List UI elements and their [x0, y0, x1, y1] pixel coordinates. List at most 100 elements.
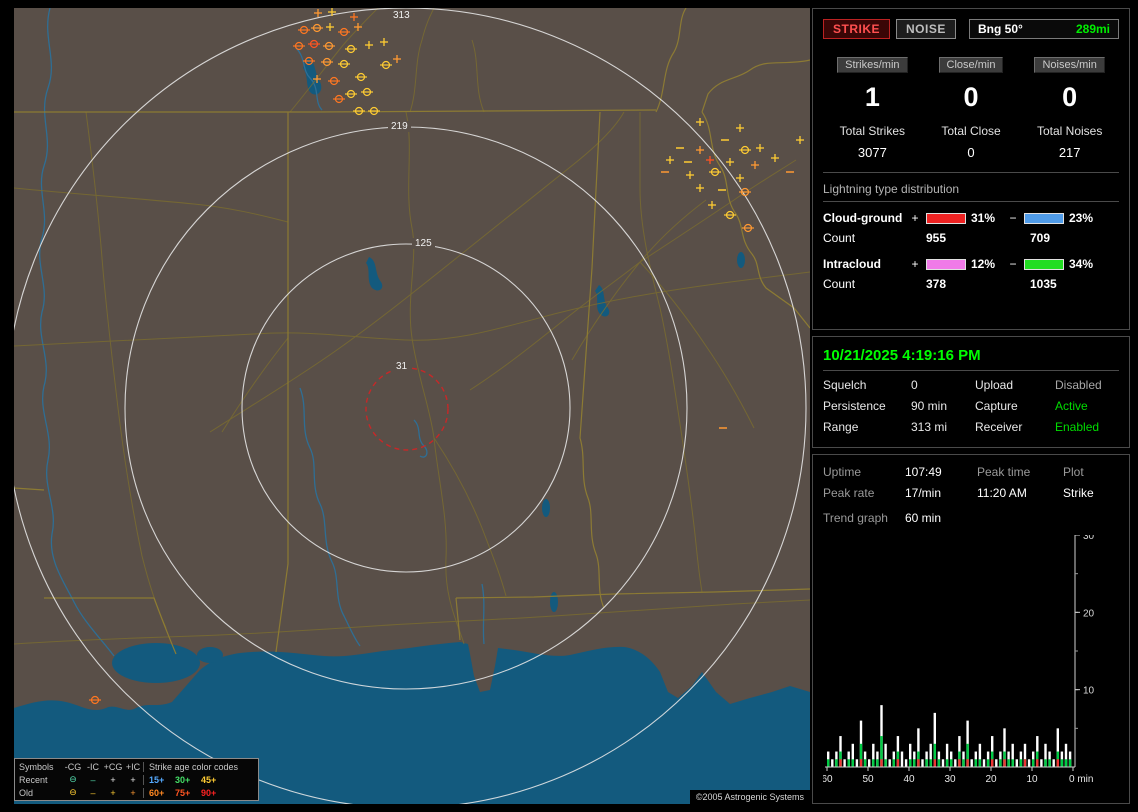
trend-graph: 30 20 10 60 50 40 30 20 10 0 min — [821, 531, 1119, 790]
total-strikes-label: Total Strikes — [839, 124, 906, 138]
range-ring-label-313: 313 — [390, 10, 413, 21]
svg-text:20: 20 — [985, 774, 997, 785]
map-canvas[interactable] — [14, 8, 810, 804]
total-strikes-value: 3077 — [857, 145, 887, 160]
cg-positive-color-bar — [926, 212, 966, 224]
peak-time-label: Peak time — [977, 465, 1031, 479]
cg-negative-color-bar — [1024, 212, 1064, 224]
cloud-ground-label: Cloud-ground — [823, 211, 903, 225]
uptime-label: Uptime — [823, 465, 862, 479]
svg-text:10: 10 — [1083, 686, 1095, 697]
plot-value: Strike — [1063, 486, 1094, 500]
ic-positive-percent: 12% — [971, 257, 996, 271]
close-per-min-column: Close/min 0 Total Close 0 — [922, 55, 1021, 160]
ic-positive-count: 378 — [926, 277, 947, 291]
range-ring-label-125: 125 — [412, 238, 435, 249]
count-label: Count — [823, 231, 856, 245]
nexstorm-window: 313 219 125 31 Symbols -CG -IC +CG +IC S… — [0, 0, 1138, 812]
receiver-status: Enabled — [1055, 420, 1100, 434]
plus-sign: + — [911, 257, 919, 271]
cg-negative-count: 709 — [1030, 231, 1051, 245]
strikes-per-min-header[interactable]: Strikes/min — [837, 57, 908, 73]
legend-header-neg-cg: -CG — [64, 761, 82, 772]
upload-status: Disabled — [1055, 378, 1102, 392]
receiver-label: Receiver — [975, 420, 1023, 434]
close-per-min-value: 0 — [963, 82, 979, 112]
plot-label: Plot — [1063, 465, 1084, 479]
legend-header-pos-cg: +CG — [103, 761, 123, 772]
ic-negative-color-bar — [1024, 258, 1064, 270]
cg-positive-percent: 31% — [971, 211, 996, 225]
bearing-readout: Bng 50° 289mi — [969, 19, 1119, 39]
noises-per-min-value: 0 — [1062, 82, 1078, 112]
peak-time-value: 11:20 AM — [977, 486, 1027, 500]
svg-text:30: 30 — [944, 774, 956, 785]
svg-text:50: 50 — [862, 774, 874, 785]
squelch-value: 0 — [911, 378, 918, 392]
cloud-ground-count-row: Count 955 709 — [823, 231, 1119, 245]
divider — [823, 172, 1119, 173]
range-ring-label-31: 31 — [393, 361, 411, 372]
minus-sign: − — [1009, 257, 1017, 271]
svg-text:30: 30 — [1083, 535, 1095, 542]
range-label: Range — [823, 420, 859, 434]
legend-symbols-label: Symbols — [19, 761, 54, 772]
svg-text:0 min: 0 min — [1069, 774, 1093, 785]
status-panel: STRIKE NOISE Bng 50° 289mi Strikes/min 1… — [812, 8, 1130, 804]
minus-sign: − — [1009, 211, 1017, 225]
svg-text:20: 20 — [1083, 608, 1095, 619]
noises-per-min-column: Noises/min 0 Total Noises 217 — [1020, 55, 1119, 160]
legend-header-neg-ic: -IC — [87, 761, 99, 772]
upload-label: Upload — [975, 378, 1014, 392]
cg-positive-count: 955 — [926, 231, 947, 245]
squelch-label: Squelch — [823, 378, 867, 392]
copyright: ©2005 Astrogenic Systems — [689, 790, 810, 804]
legend-age-title: Strike age color codes — [143, 761, 258, 772]
lightning-map[interactable]: 313 219 125 31 Symbols -CG -IC +CG +IC S… — [14, 8, 810, 804]
total-noises-value: 217 — [1058, 145, 1081, 160]
range-value: 313 mi — [911, 420, 948, 434]
range-ring-label-219: 219 — [388, 121, 411, 132]
svg-text:10: 10 — [1026, 774, 1038, 785]
noise-button[interactable]: NOISE — [896, 19, 956, 39]
counters-box: STRIKE NOISE Bng 50° 289mi Strikes/min 1… — [812, 8, 1130, 330]
strike-button[interactable]: STRIKE — [823, 19, 891, 39]
uptime-value: 107:49 — [905, 465, 942, 479]
cg-negative-percent: 23% — [1069, 211, 1094, 225]
bearing-value: 289mi — [1075, 22, 1110, 36]
total-close-value: 0 — [967, 145, 975, 160]
legend-header-pos-ic: +IC — [125, 761, 141, 772]
svg-text:60: 60 — [823, 774, 833, 785]
total-close-label: Total Close — [941, 124, 1001, 138]
strikes-per-min-value: 1 — [864, 82, 880, 112]
peak-rate-label: Peak rate — [823, 486, 875, 500]
noises-per-min-header[interactable]: Noises/min — [1034, 57, 1105, 73]
capture-label: Capture — [975, 399, 1018, 413]
close-per-min-header[interactable]: Close/min — [938, 57, 1004, 73]
intracloud-label: Intracloud — [823, 257, 882, 271]
legend-row-old: Old ⊖ – + +60+ 75+ 90+ — [15, 786, 258, 799]
map-legend: Symbols -CG -IC +CG +IC Strike age color… — [14, 758, 259, 801]
ic-negative-percent: 34% — [1069, 257, 1094, 271]
cloud-ground-row: Cloud-ground + 31% − 23% — [823, 211, 1119, 225]
strikes-per-min-column: Strikes/min 1 Total Strikes 3077 — [823, 55, 922, 160]
intracloud-row: Intracloud + 12% − 34% — [823, 257, 1119, 271]
persistence-label: Persistence — [823, 399, 886, 413]
trend-graph-window: 60 min — [905, 511, 942, 525]
capture-status: Active — [1055, 399, 1088, 413]
trend-graph-canvas: 30 20 10 60 50 40 30 20 10 0 min — [821, 531, 1095, 785]
peak-rate-value: 17/min — [905, 486, 942, 500]
current-datetime: 10/21/2025 4:19:16 PM — [823, 347, 1119, 371]
ic-positive-color-bar — [926, 258, 966, 270]
configuration-box: 10/21/2025 4:19:16 PM Squelch 0 Upload D… — [812, 336, 1130, 448]
ic-negative-count: 1035 — [1030, 277, 1057, 291]
trend-graph-label: Trend graph — [823, 511, 888, 525]
svg-text:40: 40 — [903, 774, 915, 785]
bearing-label: Bng 50° — [978, 22, 1023, 36]
intracloud-count-row: Count 378 1035 — [823, 277, 1119, 291]
total-noises-label: Total Noises — [1036, 124, 1103, 138]
trend-box: Uptime 107:49 Peak time Plot Peak rate 1… — [812, 454, 1130, 804]
persistence-value: 90 min — [911, 399, 948, 413]
count-label: Count — [823, 277, 856, 291]
distribution-title: Lightning type distribution — [823, 182, 1119, 202]
